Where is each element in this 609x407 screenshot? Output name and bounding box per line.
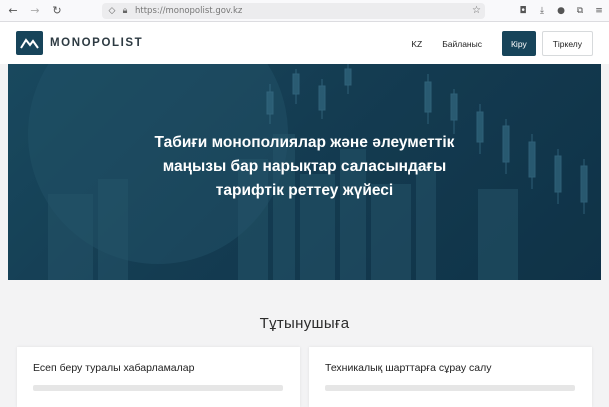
bookmark-star-icon[interactable]: ☆: [472, 5, 481, 16]
pocket-icon[interactable]: ◘: [517, 4, 529, 18]
service-card[interactable]: Техникалық шарттарға сұрау салу: [309, 347, 592, 407]
section-title: Тұтынушыға: [259, 315, 350, 332]
logo-mark-icon: [16, 31, 43, 55]
service-card[interactable]: Есеп беру туралы хабарламалар: [17, 347, 300, 407]
url-text[interactable]: https://monopolist.gov.kz: [135, 6, 242, 16]
forward-icon[interactable]: →: [28, 4, 42, 18]
logo-text: MONOPOLIST: [50, 37, 144, 49]
service-card-title[interactable]: Техникалық шарттарға сұрау салу: [325, 362, 492, 374]
shield-icon[interactable]: ◇: [106, 5, 118, 17]
browser-toolbar: ← → ↻ ◇ 🔒︎ https://monopolist.gov.kz ☆ ◘…: [0, 0, 609, 22]
service-card-description: [325, 385, 575, 391]
lock-icon[interactable]: 🔒︎: [119, 5, 131, 17]
site-header: MONOPOLIST KZ Байланыс Кіру Тіркелу: [0, 22, 609, 64]
contact-link[interactable]: Байланыс: [442, 39, 482, 49]
address-bar[interactable]: ◇ 🔒︎ https://monopolist.gov.kz ☆: [102, 3, 485, 19]
back-icon[interactable]: ←: [6, 4, 20, 18]
hero-banner: Табиғи монополиялар және әлеуметтік маңы…: [8, 64, 601, 280]
service-card-description: [33, 385, 283, 391]
hero-heading-line: Табиғи монополиялар және әлеуметтік: [154, 134, 455, 151]
reload-icon[interactable]: ↻: [50, 4, 64, 18]
service-card-title[interactable]: Есеп беру туралы хабарламалар: [33, 362, 194, 374]
hero-heading-line: маңызы бар нарықтар саласындағы: [162, 158, 447, 175]
menu-icon[interactable]: ≡: [593, 4, 605, 18]
register-button[interactable]: Тіркелу: [541, 31, 593, 56]
account-icon[interactable]: ●: [555, 4, 567, 18]
login-button[interactable]: Кіру: [501, 31, 536, 56]
extensions-icon[interactable]: ⧉: [574, 4, 586, 18]
site-logo[interactable]: MONOPOLIST: [16, 31, 143, 55]
download-icon[interactable]: ⤓: [536, 4, 548, 18]
language-switch[interactable]: KZ: [411, 39, 422, 49]
hero-heading: Табиғи монополиялар және әлеуметтік маңы…: [8, 131, 601, 203]
hero-heading-line: тарифтік реттеу жүйесі: [215, 182, 394, 199]
